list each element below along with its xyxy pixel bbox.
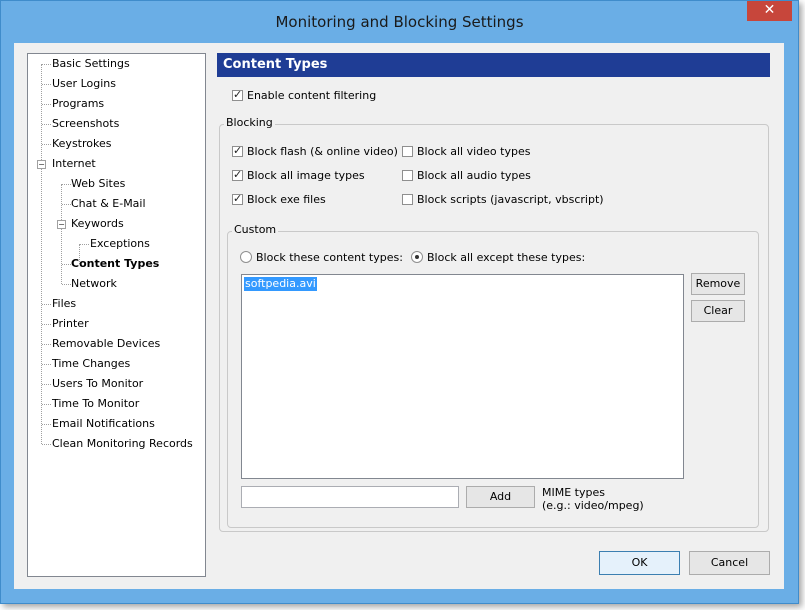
checkbox-box[interactable]	[232, 168, 243, 181]
block-audio-label: Block all audio types	[417, 168, 531, 182]
tree-connector	[41, 64, 42, 444]
tree-connector	[42, 144, 51, 145]
content-types-list[interactable]: softpedia.avi	[241, 274, 684, 479]
radio-block-these-label: Block these content types:	[256, 250, 403, 264]
enable-filtering-label: Enable content filtering	[247, 88, 377, 102]
tree-item-email-notifications[interactable]: Email Notifications	[52, 415, 155, 433]
checkbox-box[interactable]	[402, 145, 413, 157]
radio-block-these[interactable]: Block these content types:	[240, 250, 403, 264]
ok-button[interactable]: OK	[599, 551, 680, 575]
block-scripts-checkbox[interactable]: Block scripts (javascript, vbscript)	[402, 192, 604, 206]
tree-item-web-sites[interactable]: Web Sites	[71, 175, 125, 193]
block-video-checkbox[interactable]: Block all video types	[402, 144, 530, 158]
custom-group-title: Custom	[232, 223, 279, 236]
tree-item-files[interactable]: Files	[52, 295, 76, 313]
checkbox-box[interactable]	[232, 144, 243, 157]
tree-connector	[42, 324, 51, 325]
window-title: Monitoring and Blocking Settings	[275, 13, 524, 31]
checkbox-box[interactable]	[232, 192, 243, 205]
add-button[interactable]: Add	[466, 486, 535, 508]
list-item[interactable]: softpedia.avi	[244, 277, 317, 291]
radio-circle[interactable]	[240, 251, 252, 263]
enable-filtering-checkbox[interactable]: Enable content filtering	[232, 88, 376, 102]
tree-item-keywords[interactable]: Keywords	[71, 215, 124, 233]
tree-item-keystrokes[interactable]: Keystrokes	[52, 135, 111, 153]
dialog-client-area: − − Basic Settings User Logins Programs …	[14, 43, 784, 589]
tree-connector	[62, 204, 71, 205]
block-audio-checkbox[interactable]: Block all audio types	[402, 168, 531, 182]
close-icon: ✕	[763, 2, 776, 18]
tree-item-time-to-monitor[interactable]: Time To Monitor	[52, 395, 139, 413]
tree-item-exceptions[interactable]: Exceptions	[90, 235, 150, 253]
tree-connector	[42, 364, 51, 365]
checkbox-box[interactable]	[402, 169, 413, 181]
close-button[interactable]: ✕	[747, 1, 792, 21]
tree-connector	[42, 64, 51, 65]
tree-item-time-changes[interactable]: Time Changes	[52, 355, 130, 373]
expand-internet-icon[interactable]: −	[37, 160, 46, 169]
mime-hint: MIME types (e.g.: video/mpeg)	[542, 486, 644, 512]
block-exe-checkbox[interactable]: Block exe files	[232, 192, 326, 206]
tree-item-users-to-monitor[interactable]: Users To Monitor	[52, 375, 143, 393]
tree-connector	[42, 444, 51, 445]
tree-item-internet[interactable]: Internet	[52, 155, 96, 173]
clear-button[interactable]: Clear	[691, 300, 745, 322]
block-video-label: Block all video types	[417, 144, 531, 158]
radio-circle[interactable]	[411, 251, 423, 263]
tree-item-content-types[interactable]: Content Types	[71, 255, 159, 273]
tree-connector	[62, 284, 71, 285]
tree-connector	[80, 244, 89, 245]
tree-connector	[61, 184, 62, 284]
tree-connector	[42, 124, 51, 125]
tree-item-basic-settings[interactable]: Basic Settings	[52, 55, 130, 73]
tree-connector	[62, 184, 71, 185]
settings-window: Monitoring and Blocking Settings ✕ − − B…	[0, 0, 799, 604]
tree-connector	[42, 304, 51, 305]
tree-item-network[interactable]: Network	[71, 275, 117, 293]
checkbox-box[interactable]	[232, 88, 243, 101]
tree-item-user-logins[interactable]: User Logins	[52, 75, 116, 93]
checkbox-box[interactable]	[402, 193, 413, 205]
expand-keywords-icon[interactable]: −	[57, 220, 66, 229]
mime-hint-line2: (e.g.: video/mpeg)	[542, 499, 644, 512]
block-flash-checkbox[interactable]: Block flash (& online video)	[232, 144, 398, 158]
tree-connector	[62, 264, 71, 265]
mime-type-input[interactable]	[241, 486, 459, 508]
tree-item-programs[interactable]: Programs	[52, 95, 104, 113]
mime-hint-line1: MIME types	[542, 486, 605, 499]
block-images-checkbox[interactable]: Block all image types	[232, 168, 365, 182]
block-exe-label: Block exe files	[247, 192, 326, 206]
cancel-button[interactable]: Cancel	[689, 551, 770, 575]
tree-connector	[42, 84, 51, 85]
radio-block-except[interactable]: Block all except these types:	[411, 250, 585, 264]
blocking-group-title: Blocking	[224, 116, 275, 129]
panel-title: Content Types	[217, 53, 770, 77]
block-images-label: Block all image types	[247, 168, 365, 182]
settings-tree[interactable]: − − Basic Settings User Logins Programs …	[27, 53, 206, 577]
remove-button[interactable]: Remove	[691, 273, 745, 295]
tree-connector	[42, 424, 51, 425]
block-scripts-label: Block scripts (javascript, vbscript)	[417, 192, 604, 206]
radio-block-except-label: Block all except these types:	[427, 250, 586, 264]
tree-item-chat-email[interactable]: Chat & E-Mail	[71, 195, 146, 213]
tree-item-printer[interactable]: Printer	[52, 315, 89, 333]
tree-item-clean-monitoring-records[interactable]: Clean Monitoring Records	[52, 435, 193, 453]
tree-connector	[42, 404, 51, 405]
title-bar[interactable]: Monitoring and Blocking Settings ✕	[1, 1, 798, 43]
tree-item-screenshots[interactable]: Screenshots	[52, 115, 119, 133]
tree-connector	[42, 384, 51, 385]
tree-item-removable-devices[interactable]: Removable Devices	[52, 335, 160, 353]
tree-connector	[42, 104, 51, 105]
tree-connector	[42, 344, 51, 345]
block-flash-label: Block flash (& online video)	[247, 144, 398, 158]
